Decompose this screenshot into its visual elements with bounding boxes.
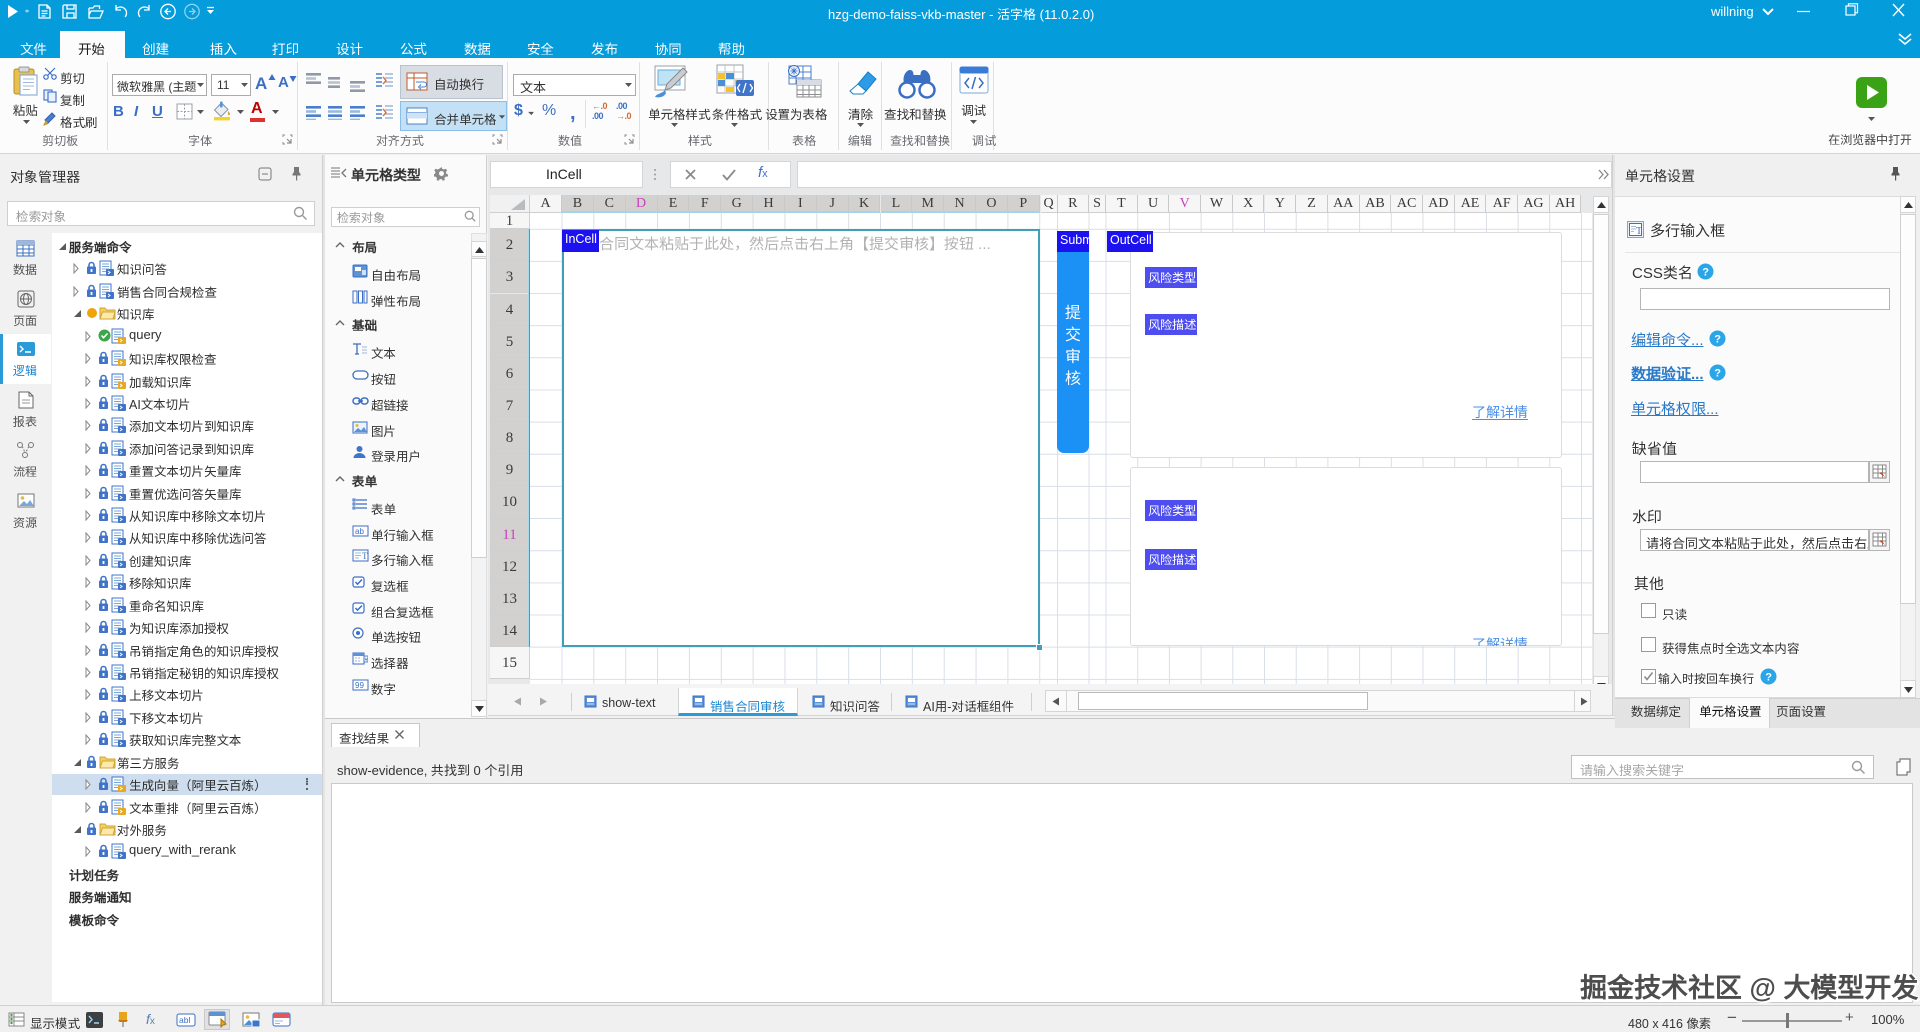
svg-text:?: ? xyxy=(1765,672,1772,684)
svg-text:?: ? xyxy=(1714,334,1721,346)
svg-text:ab: ab xyxy=(355,527,364,536)
svg-text:99: 99 xyxy=(355,681,364,690)
svg-text:T: T xyxy=(1636,226,1642,237)
svg-text:T: T xyxy=(362,551,368,561)
svg-text:?: ? xyxy=(1714,368,1721,380)
svg-text:?: ? xyxy=(1702,267,1709,279)
svg-text:abl: abl xyxy=(179,1015,190,1025)
